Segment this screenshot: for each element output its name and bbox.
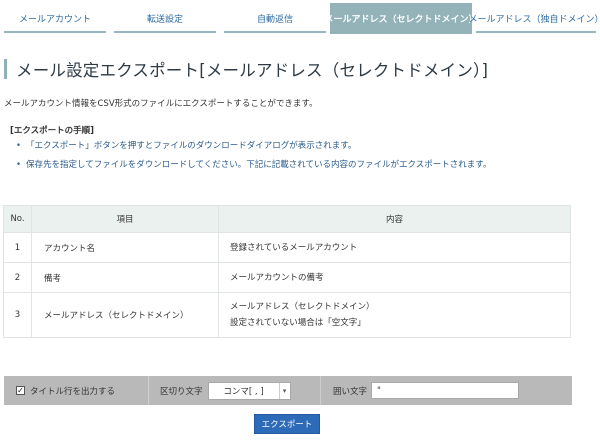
table-row: 2 備考 メールアカウントの備考 — [3, 262, 571, 293]
tab-label: 自動返信 — [256, 14, 293, 25]
title-row-label: タイトル行を出力する — [30, 386, 116, 397]
header-item: 項目 — [31, 205, 219, 233]
header-no: No. — [3, 205, 32, 233]
page-description: メールアカウント情報をCSV形式のファイルにエクスポートすることができます。 — [4, 99, 318, 109]
tab-underline — [224, 31, 326, 33]
table-row: 1 アカウント名 登録されているメールアカウント — [3, 232, 571, 263]
content-line: 登録されているメールアカウント — [230, 242, 358, 253]
export-button[interactable]: エクスポート — [254, 414, 320, 434]
row-content: メールアドレス（セレクトドメイン） 設定されていない場合は「空文字」 — [218, 292, 571, 338]
tab-select-domain[interactable]: メールアドレス（セレクトドメイン） — [325, 3, 478, 34]
row-content: メールアカウントの備考 — [218, 262, 571, 293]
content-line: メールアカウントの備考 — [230, 272, 324, 283]
delimiter-label: 区切り文字 — [160, 386, 203, 397]
tab-label: 転送設定 — [146, 14, 183, 25]
title-accent-bar — [4, 59, 7, 79]
row-content: 登録されているメールアカウント — [218, 232, 571, 263]
title-row-checkbox[interactable]: ✓ タイトル行を出力する — [16, 385, 148, 397]
quote-input[interactable]: " — [371, 382, 520, 399]
content-line: 設定されていない場合は「空文字」 — [230, 318, 366, 328]
tab-label: メールアカウント — [18, 14, 91, 25]
delimiter-value: コンマ[ , ] — [223, 386, 264, 397]
tab-label: メールアドレス（独自ドメイン） — [468, 14, 600, 25]
tab-auto-reply[interactable]: 自動返信 — [220, 0, 330, 36]
tab-underline — [114, 31, 216, 33]
tab-own-domain[interactable]: メールアドレス（独自ドメイン） — [468, 0, 600, 36]
tab-bar: メールアカウント 転送設定 自動返信 メールアドレス（セレクトドメイン） メール… — [0, 0, 600, 36]
row-item: アカウント名 — [31, 232, 219, 263]
check-mark-icon: ✓ — [17, 385, 24, 395]
quote-label: 囲い文字 — [333, 386, 368, 397]
page-title-text: メール設定エクスポート[メールアドレス（セレクトドメイン）] — [16, 61, 489, 80]
tab-underline — [476, 31, 596, 33]
header-content: 内容 — [218, 205, 571, 233]
quote-group: 囲い文字 " — [321, 382, 520, 399]
tab-mail-account[interactable]: メールアカウント — [0, 0, 110, 36]
step-item: • 保存先を指定してファイルをダウンロードしてください。下記に記載されている内容の… — [16, 160, 491, 179]
page-title: メール設定エクスポート[メールアドレス（セレクトドメイン）] — [4, 58, 488, 80]
tab-underline — [4, 31, 106, 33]
steps-heading: [エクスポートの手順] — [10, 126, 95, 136]
bullet-icon: • — [16, 141, 22, 151]
delimiter-select[interactable]: コンマ[ , ] ▾ — [207, 381, 291, 400]
content-line: メールアドレス（セレクトドメイン） — [230, 302, 375, 312]
row-item: 備考 — [31, 262, 219, 293]
export-options-bar: ✓ タイトル行を出力する 区切り文字 コンマ[ , ] ▾ 囲い文字 " — [4, 376, 572, 405]
export-fields-table: No. 項目 内容 1 アカウント名 登録されているメールアカウント 2 備考 … — [3, 205, 571, 338]
row-no: 2 — [3, 262, 32, 293]
step-item: • 「エクスポート」ボタンを押すとファイルのダウンロードダイアログが表示されます。 — [16, 141, 491, 160]
chevron-down-icon[interactable]: ▾ — [278, 382, 290, 399]
row-item: メールアドレス（セレクトドメイン） — [31, 292, 219, 338]
tab-label: メールアドレス（セレクトドメイン） — [324, 15, 478, 25]
table-row: 3 メールアドレス（セレクトドメイン） メールアドレス（セレクトドメイン） 設定… — [3, 292, 571, 338]
bullet-icon: • — [16, 160, 22, 170]
table-header-row: No. 項目 内容 — [3, 205, 571, 233]
row-no: 3 — [3, 292, 32, 338]
delimiter-group: 区切り文字 コンマ[ , ] ▾ — [149, 381, 320, 400]
step-text: 保存先を指定してファイルをダウンロードしてください。下記に記載されている内容のフ… — [26, 160, 492, 170]
tab-forwarding[interactable]: 転送設定 — [110, 0, 220, 36]
steps-list: • 「エクスポート」ボタンを押すとファイルのダウンロードダイアログが表示されます。… — [16, 141, 491, 179]
row-no: 1 — [3, 232, 32, 263]
checkbox-icon[interactable]: ✓ — [16, 386, 25, 395]
step-text: 「エクスポート」ボタンを押すとファイルのダウンロードダイアログが表示されます。 — [26, 141, 357, 151]
